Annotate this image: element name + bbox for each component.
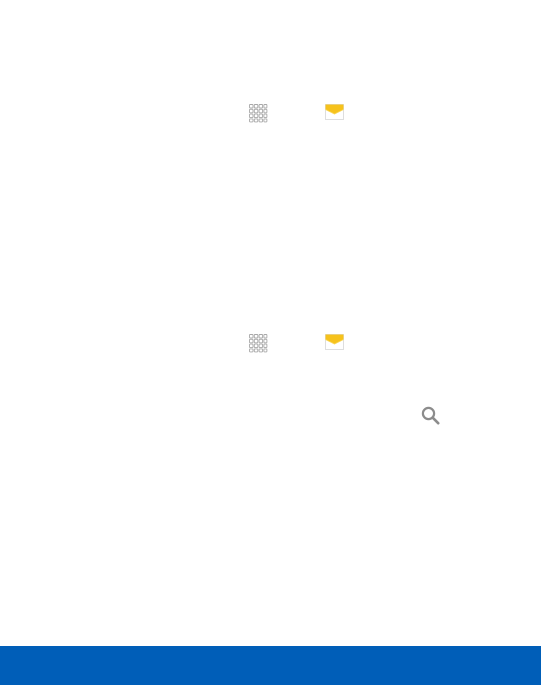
apps-icon: [249, 104, 268, 123]
apps-icon: [249, 334, 268, 353]
mail-icon: [325, 334, 344, 350]
mail-icon: [325, 104, 344, 120]
search-icon: [421, 406, 440, 425]
footer-bar: [0, 646, 541, 685]
